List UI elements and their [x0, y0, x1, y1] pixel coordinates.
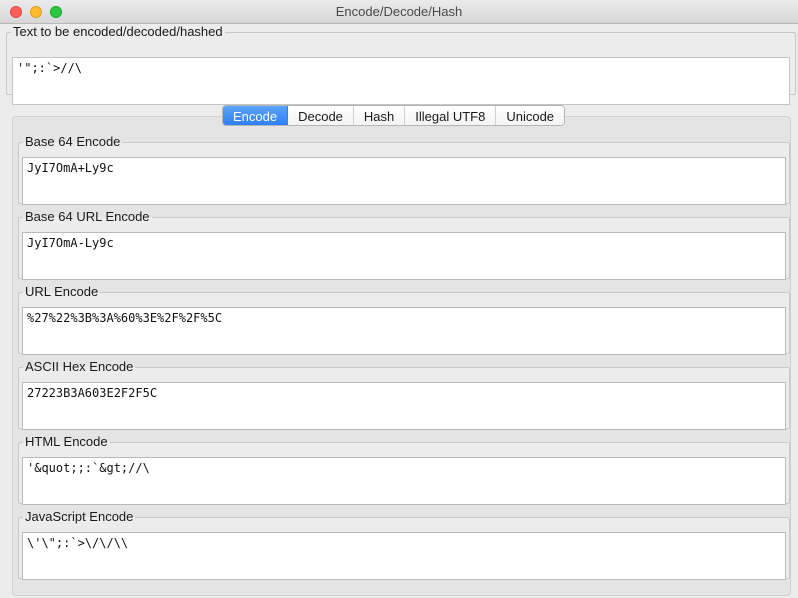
javascript-encode-legend: JavaScript Encode — [25, 509, 134, 524]
tab-hash[interactable]: Hash — [353, 106, 406, 125]
url-encode-legend: URL Encode — [25, 284, 99, 299]
tab-decode[interactable]: Decode — [288, 106, 354, 125]
title-bar: Encode/Decode/Hash — [0, 0, 798, 24]
ascii-hex-encode-field[interactable]: 27223B3A603E2F2F5C — [22, 382, 786, 430]
base64-url-encode-group: Base 64 URL Encode JyI7OmA-Ly9c — [18, 209, 790, 280]
html-encode-group: HTML Encode '&quot;;:`&gt;//\ — [18, 434, 790, 505]
tab-illegal-utf8[interactable]: Illegal UTF8 — [405, 106, 497, 125]
ascii-hex-encode-legend: ASCII Hex Encode — [25, 359, 134, 374]
base64-encode-group: Base 64 Encode JyI7OmA+Ly9c — [18, 134, 790, 205]
input-group: Text to be encoded/decoded/hashed '";:`>… — [6, 24, 796, 105]
javascript-encode-group: JavaScript Encode \'\";:`>\/\/\\ — [18, 509, 790, 580]
base64-url-encode-legend: Base 64 URL Encode — [25, 209, 150, 224]
tab-encode[interactable]: Encode — [223, 106, 289, 125]
base64-url-encode-field[interactable]: JyI7OmA-Ly9c — [22, 232, 786, 280]
url-encode-group: URL Encode %27%22%3B%3A%60%3E%2F%2F%5C — [18, 284, 790, 355]
html-encode-legend: HTML Encode — [25, 434, 108, 449]
javascript-encode-field[interactable]: \'\";:`>\/\/\\ — [22, 532, 786, 580]
url-encode-field[interactable]: %27%22%3B%3A%60%3E%2F%2F%5C — [22, 307, 786, 355]
input-legend: Text to be encoded/decoded/hashed — [13, 24, 223, 39]
window-title: Encode/Decode/Hash — [335, 4, 463, 19]
tab-bar: Encode Decode Hash Illegal UTF8 Unicode — [222, 105, 566, 126]
html-encode-field[interactable]: '&quot;;:`&gt;//\ — [22, 457, 786, 505]
tab-unicode[interactable]: Unicode — [496, 106, 565, 125]
ascii-hex-encode-group: ASCII Hex Encode 27223B3A603E2F2F5C — [18, 359, 790, 430]
input-text-area[interactable]: '";:`>//\ — [12, 57, 790, 105]
window-body: Text to be encoded/decoded/hashed '";:`>… — [0, 24, 798, 598]
base64-encode-field[interactable]: JyI7OmA+Ly9c — [22, 157, 786, 205]
base64-encode-legend: Base 64 Encode — [25, 134, 121, 149]
